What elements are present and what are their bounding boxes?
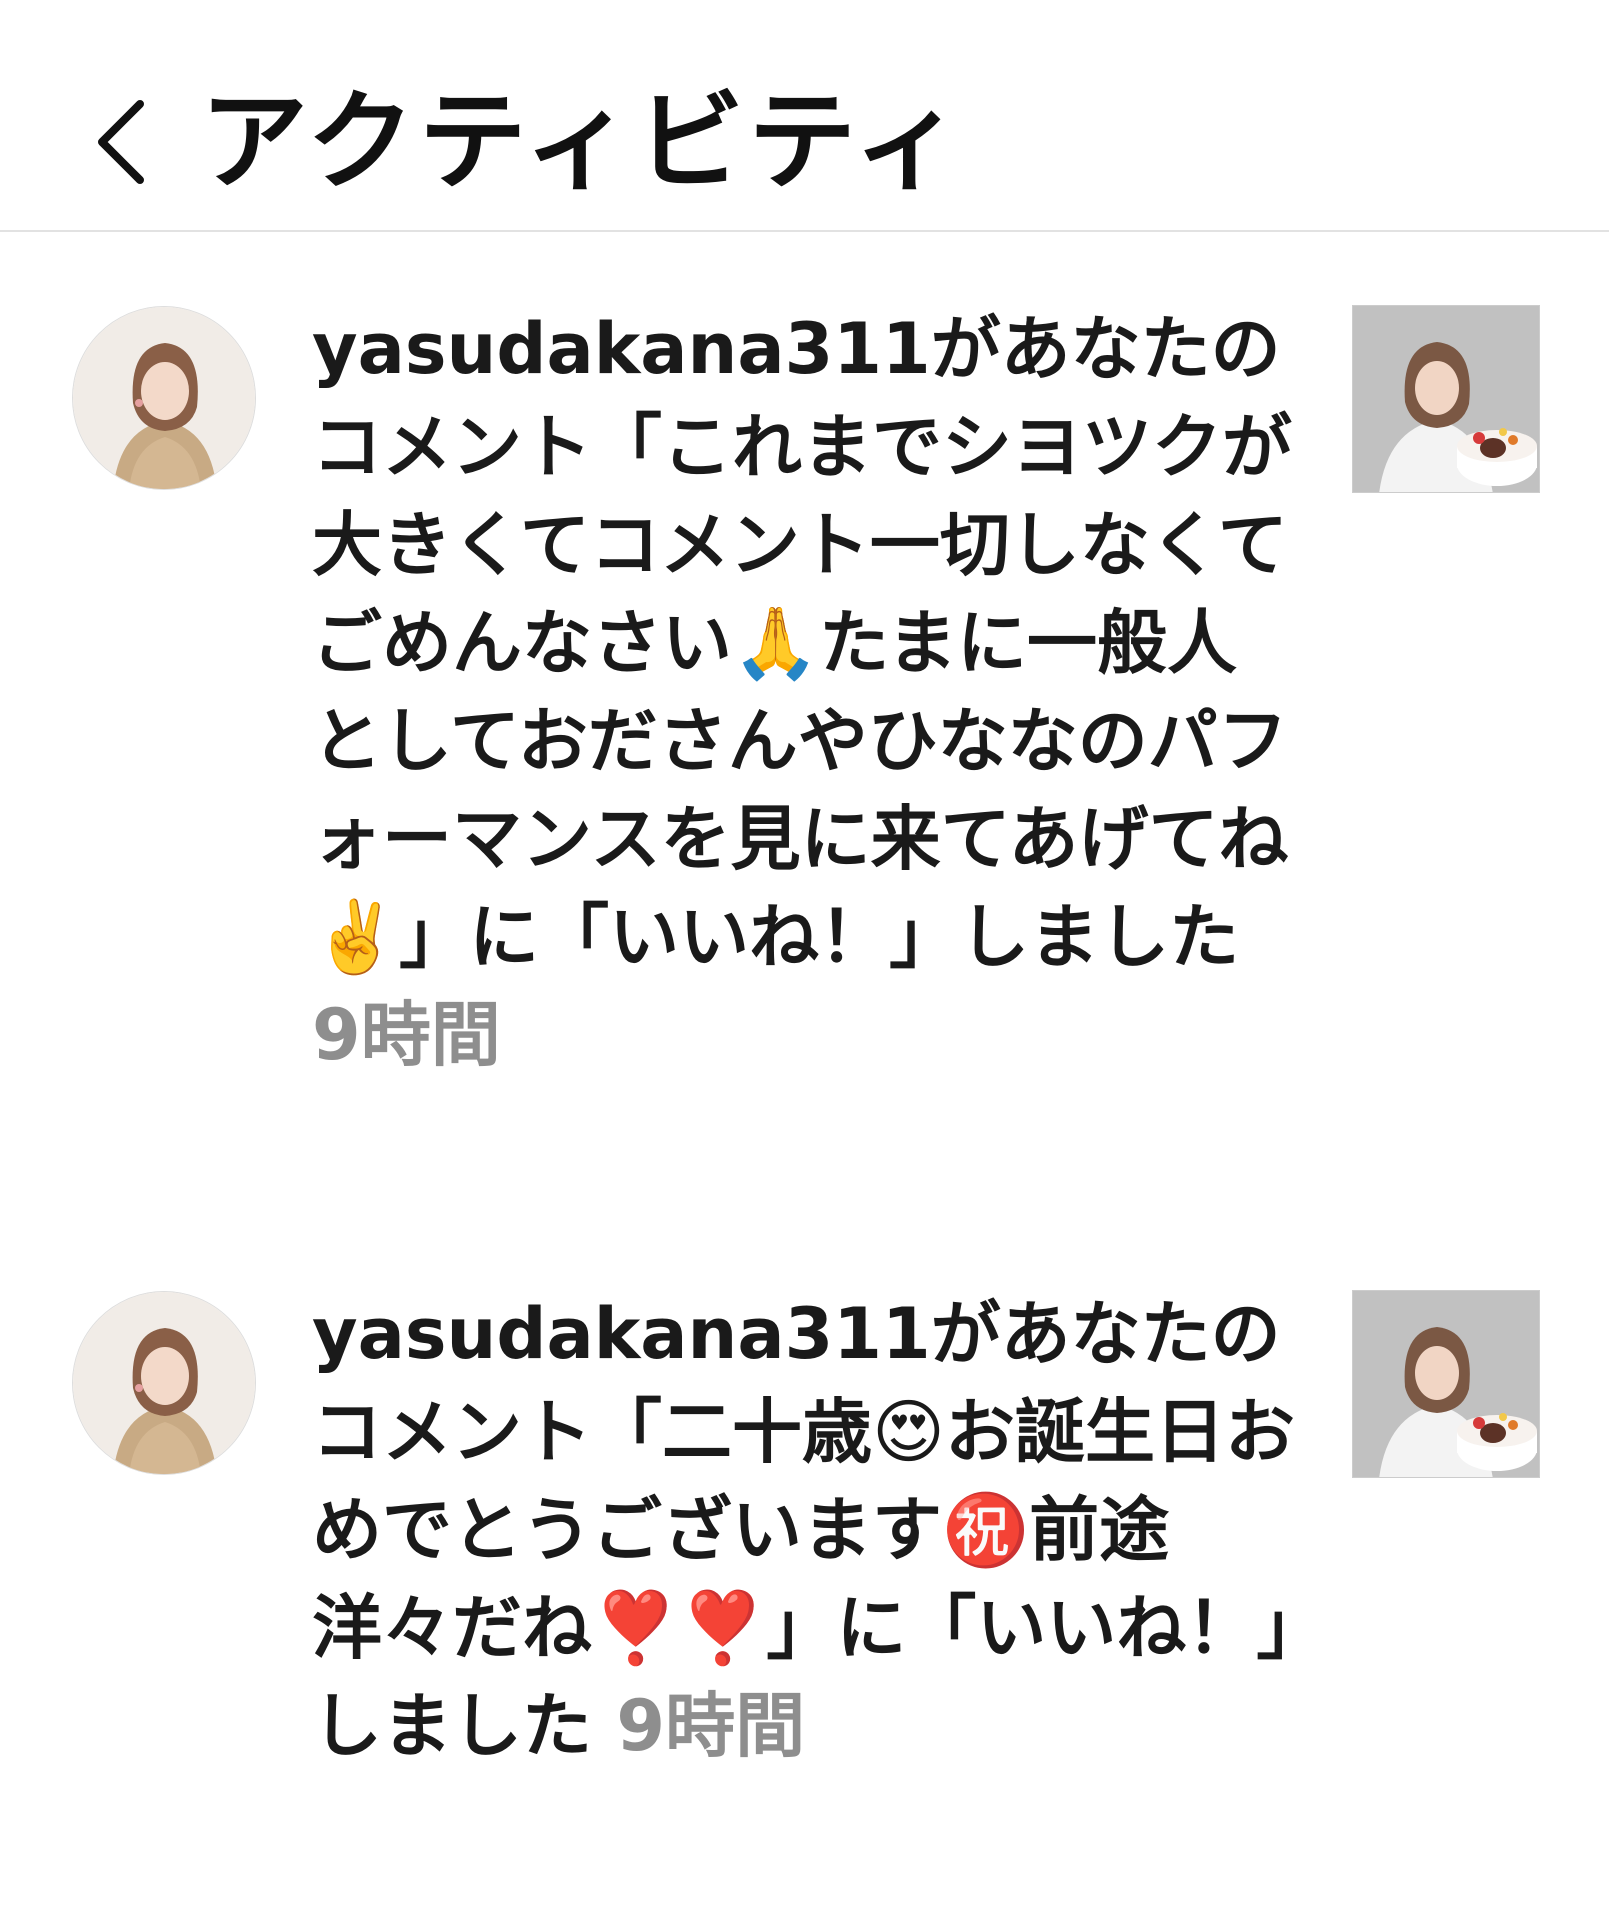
timestamp: 9時間 (616, 1685, 806, 1767)
back-button[interactable] (82, 92, 162, 192)
username-link[interactable]: yasudakana311 (312, 308, 931, 390)
post-thumbnail[interactable] (1352, 305, 1540, 493)
header: アクティビティ (0, 0, 1609, 232)
avatar[interactable] (72, 306, 256, 490)
post-thumbnail[interactable] (1352, 1290, 1540, 1478)
avatar[interactable] (72, 1291, 256, 1475)
activity-text: yasudakana311があなたのコメント「これまでシヨツクが大きくてコメント… (312, 300, 1307, 1084)
chevron-left-icon (98, 100, 144, 184)
activity-item[interactable]: yasudakana311があなたのコメント「これまでシヨツクが大きくてコメント… (0, 300, 1609, 1240)
username-link[interactable]: yasudakana311 (312, 1293, 931, 1375)
activity-item[interactable]: yasudakana311があなたのコメント「二十歳😍お誕生日おめでとうございま… (0, 1285, 1609, 1920)
page-title: アクティビティ (200, 80, 966, 205)
timestamp: 9時間 (312, 994, 501, 1076)
activity-message: があなたのコメント「これまでシヨツクが大きくてコメント一切しなくてごめんなさい🙏… (312, 308, 1292, 978)
activity-text: yasudakana311があなたのコメント「二十歳😍お誕生日おめでとうございま… (312, 1285, 1307, 1775)
